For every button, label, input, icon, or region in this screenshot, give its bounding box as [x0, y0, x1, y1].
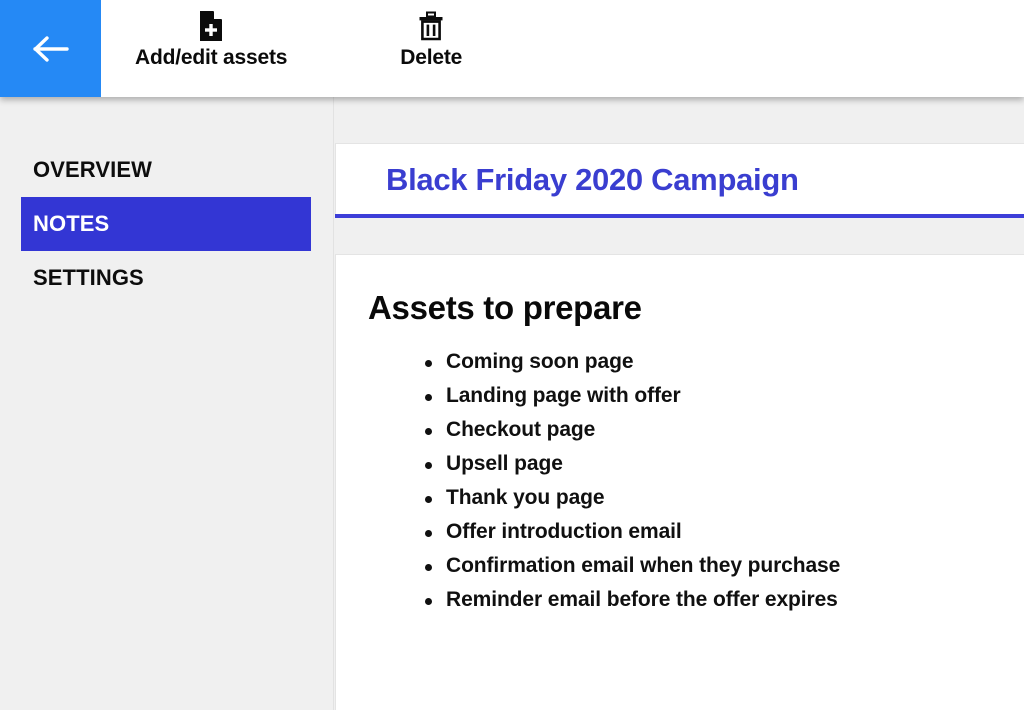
top-toolbar: Add/edit assets Delete — [0, 0, 1024, 97]
sidebar-item-label: NOTES — [33, 211, 109, 237]
sidebar-item-overview[interactable]: OVERVIEW — [0, 143, 311, 197]
trash-icon — [418, 10, 444, 42]
back-button[interactable] — [0, 0, 101, 97]
list-item: Upsell page — [368, 447, 1024, 481]
sidebar: OVERVIEW NOTES SETTINGS — [0, 97, 334, 710]
list-item: Reminder email before the offer expires — [368, 583, 1024, 617]
delete-button[interactable]: Delete — [377, 10, 485, 70]
list-item: Confirmation email when they purchase — [368, 549, 1024, 583]
add-edit-assets-label: Add/edit assets — [135, 46, 287, 70]
add-edit-assets-button[interactable]: Add/edit assets — [123, 10, 299, 70]
page-title: Black Friday 2020 Campaign — [386, 162, 1024, 198]
title-underline — [335, 214, 1024, 218]
sidebar-item-settings[interactable]: SETTINGS — [0, 251, 311, 305]
list-item: Checkout page — [368, 413, 1024, 447]
content-area: Black Friday 2020 Campaign Assets to pre… — [334, 97, 1024, 710]
list-item: Thank you page — [368, 481, 1024, 515]
arrow-left-icon — [29, 33, 73, 65]
notes-card[interactable]: Assets to prepare Coming soon page Landi… — [335, 254, 1024, 710]
sidebar-item-label: OVERVIEW — [33, 157, 152, 183]
toolbar-actions: Add/edit assets Delete — [101, 0, 485, 97]
document-add-icon — [198, 10, 224, 42]
app-window: Add/edit assets Delete — [0, 0, 1024, 710]
list-item: Offer introduction email — [368, 515, 1024, 549]
sidebar-item-notes[interactable]: NOTES — [21, 197, 311, 251]
list-item: Coming soon page — [368, 345, 1024, 379]
sidebar-item-label: SETTINGS — [33, 265, 144, 291]
notes-heading: Assets to prepare — [368, 289, 1024, 327]
campaign-title-card[interactable]: Black Friday 2020 Campaign — [335, 143, 1024, 214]
notes-list: Coming soon page Landing page with offer… — [368, 345, 1024, 617]
delete-label: Delete — [400, 46, 462, 70]
body-area: OVERVIEW NOTES SETTINGS Black Friday 202… — [0, 97, 1024, 710]
list-item: Landing page with offer — [368, 379, 1024, 413]
